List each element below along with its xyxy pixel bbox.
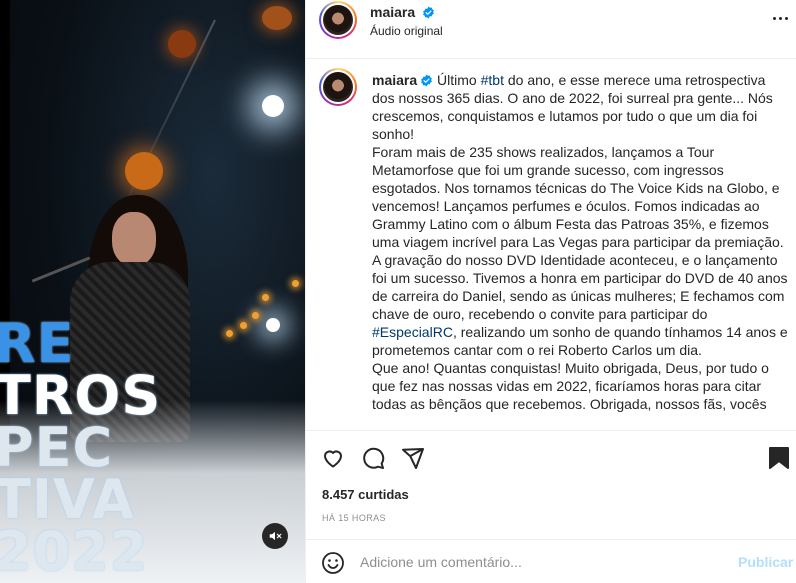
post-header: maiara Áudio original — [306, 0, 796, 59]
more-options-icon — [772, 16, 776, 20]
stage-light — [266, 318, 280, 332]
likes-label: curtidas — [358, 487, 409, 502]
verified-badge-icon — [421, 74, 433, 87]
stage-light — [262, 6, 292, 30]
overlay-line: 2022 — [0, 520, 149, 583]
comment-button[interactable] — [360, 445, 386, 471]
mute-button[interactable] — [262, 523, 288, 549]
post-timestamp[interactable]: HÁ 15 HORAS — [322, 513, 386, 523]
emoji-button[interactable] — [320, 550, 346, 576]
caption-segment: do ano, e esse merece uma retrospectiva … — [372, 72, 788, 322]
hashtag-link[interactable]: #EspecialRC — [372, 324, 453, 340]
caption-segment: Último — [437, 72, 481, 88]
avatar[interactable] — [319, 1, 357, 39]
more-dot — [778, 16, 782, 20]
stage-bulb — [262, 294, 269, 301]
hashtag-link[interactable]: #tbt — [481, 72, 504, 88]
video-overlay-text: RE TROS PEC TIVA 2022 — [0, 312, 244, 583]
audio-label[interactable]: Áudio original — [370, 24, 443, 38]
likes-count[interactable]: 8.457 curtidas — [322, 487, 409, 502]
stage-bulb — [292, 280, 299, 287]
speaker-muted-icon — [269, 531, 282, 541]
comment-icon — [363, 447, 385, 469]
post-media-video[interactable]: RE TROS PEC TIVA 2022 — [0, 0, 305, 583]
caption-username[interactable]: maiara — [372, 72, 417, 88]
share-icon — [402, 448, 424, 469]
stage-light — [168, 30, 196, 58]
overlay-line: TIVA — [0, 468, 135, 531]
overlay-line: PEC — [0, 416, 114, 479]
comment-bar: Publicar — [306, 539, 796, 583]
overlay-line: TROS — [0, 364, 162, 427]
avatar[interactable] — [319, 68, 357, 106]
emoji-icon — [322, 552, 344, 574]
share-button[interactable] — [400, 445, 426, 471]
save-button[interactable] — [766, 445, 792, 471]
publish-button[interactable]: Publicar — [738, 554, 793, 570]
stage-light — [262, 95, 284, 117]
caption-text: maiara Último #tbt do ano, e esse merece… — [372, 71, 788, 413]
comment-input[interactable] — [360, 548, 720, 576]
like-button[interactable] — [320, 445, 346, 471]
stage-light — [125, 152, 163, 190]
likes-number: 8.457 — [322, 487, 355, 502]
more-dot — [784, 16, 788, 20]
singer-face — [112, 212, 156, 266]
overlay-line: RE — [0, 312, 75, 375]
caption-section: maiara Último #tbt do ano, e esse merece… — [306, 60, 796, 428]
post-actions: 8.457 curtidas HÁ 15 HORAS Publicar — [306, 430, 796, 583]
heart-icon — [324, 450, 342, 468]
stage-bulb — [252, 312, 259, 319]
bookmark-icon — [769, 447, 789, 469]
post-details-panel: maiara Áudio original maiara Último #tbt… — [305, 0, 796, 583]
verified-badge-icon — [423, 6, 434, 19]
more-options-button[interactable] — [768, 10, 792, 26]
username-link[interactable]: maiara — [370, 4, 415, 20]
header-username[interactable]: maiara — [370, 4, 435, 20]
